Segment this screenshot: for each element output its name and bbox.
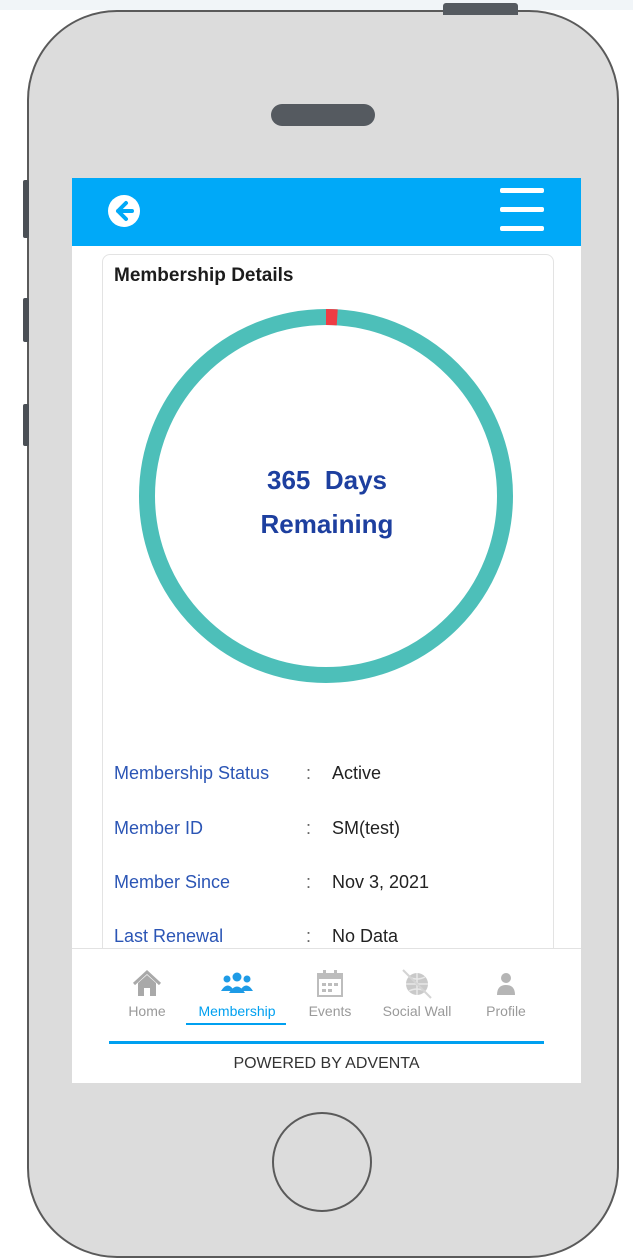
bottom-navigation: Home Membership Events Social Wall Profi…: [72, 948, 581, 1083]
detail-label: Member ID: [114, 818, 204, 838]
detail-label: Member Since: [114, 872, 231, 892]
app-screen: Membership Details 365 Days Remaining Me…: [72, 178, 581, 1083]
globe-icon: [402, 969, 432, 999]
nav-label: Membership: [198, 1003, 276, 1019]
detail-colon: :: [306, 763, 312, 783]
detail-label: Membership Status: [114, 763, 270, 783]
nav-item-events[interactable]: Events: [285, 967, 375, 1023]
nav-item-profile[interactable]: Profile: [461, 967, 551, 1023]
days-remaining-text: 365 Days Remaining: [227, 458, 427, 546]
detail-value: No Data: [332, 926, 399, 946]
detail-colon: :: [306, 818, 312, 838]
calendar-icon: [317, 970, 343, 997]
footer-divider: [109, 1041, 544, 1044]
menu-line-icon: [500, 188, 544, 193]
detail-value: Nov 3, 2021: [332, 872, 430, 892]
card-title: Membership Details: [114, 265, 294, 286]
phone-volume-down-button: [23, 404, 29, 446]
phone-home-button: [272, 1112, 372, 1212]
nav-label: Home: [128, 1003, 166, 1019]
nav-item-membership[interactable]: Membership: [192, 967, 282, 1023]
detail-value: SM(test): [332, 818, 401, 838]
back-button[interactable]: [108, 195, 140, 227]
nav-label: Events: [308, 1003, 352, 1019]
days-number: 365: [267, 465, 311, 495]
home-icon: [132, 969, 162, 996]
remaining-label: Remaining: [260, 509, 394, 539]
detail-colon: :: [306, 872, 312, 892]
user-icon: [497, 973, 515, 995]
detail-label: Last Renewal: [114, 926, 224, 946]
days-word: Days: [324, 465, 387, 495]
phone-volume-up-button: [23, 298, 29, 342]
phone-speaker: [271, 104, 375, 126]
phone-power-button: [443, 3, 518, 15]
detail-row-member-id: Member ID : SM(test): [114, 818, 554, 846]
powered-by-text: POWERED BY ADVENTA: [233, 1055, 420, 1072]
nav-label: Profile: [486, 1003, 526, 1019]
detail-row-member-since: Member Since : Nov 3, 2021: [114, 872, 554, 900]
nav-item-social-wall[interactable]: Social Wall: [372, 967, 462, 1023]
app-header: [72, 178, 581, 246]
menu-line-icon: [500, 226, 544, 231]
menu-line-icon: [500, 207, 544, 212]
detail-value: Active: [332, 763, 382, 783]
nav-label: Social Wall: [382, 1003, 452, 1019]
arrow-left-icon: [116, 201, 134, 221]
hamburger-menu-button[interactable]: [500, 188, 544, 232]
phone-mute-switch: [23, 180, 29, 238]
detail-row-membership-status: Membership Status : Active: [114, 763, 554, 791]
group-icon: [221, 972, 253, 993]
browser-top-strip: [0, 0, 633, 10]
nav-item-home[interactable]: Home: [102, 967, 192, 1023]
detail-colon: :: [306, 926, 312, 946]
active-tab-underline: [186, 1023, 286, 1025]
